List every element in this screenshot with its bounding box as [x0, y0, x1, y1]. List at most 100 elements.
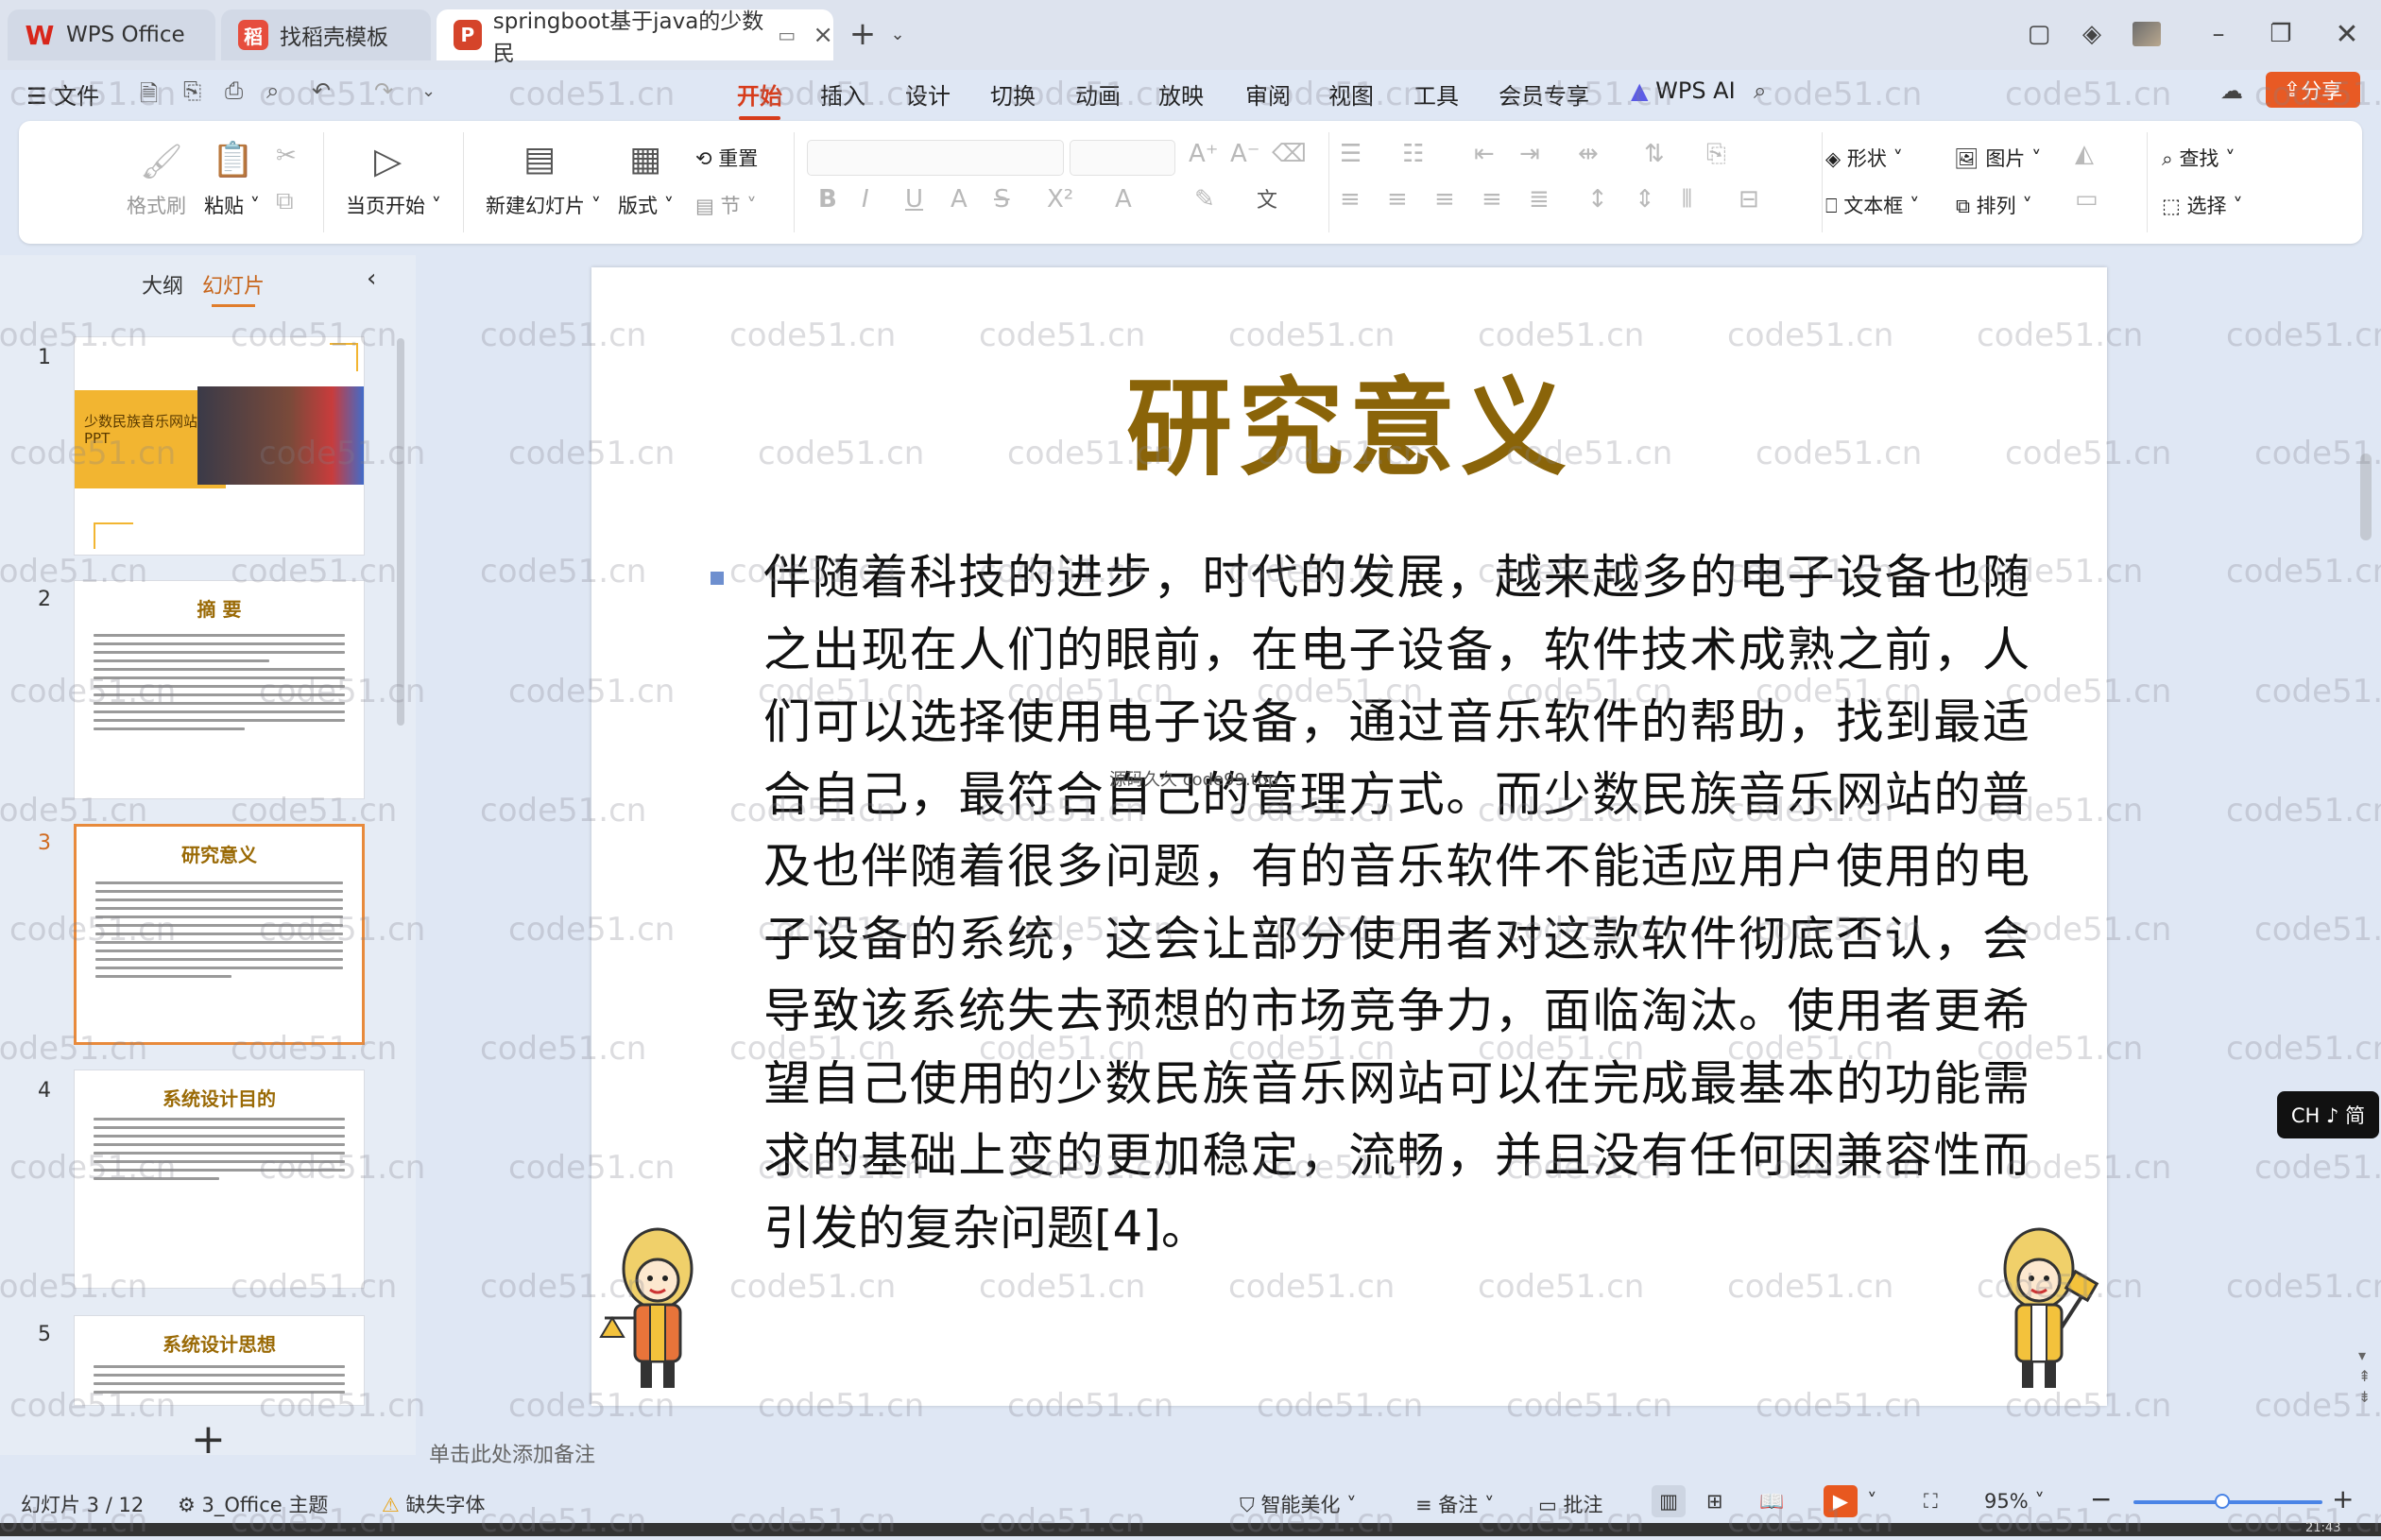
chevron-down-icon[interactable]: ⌄: [881, 17, 915, 51]
paste-icon[interactable]: 📋: [212, 140, 254, 180]
tab-slides[interactable]: 幻灯片: [202, 269, 265, 307]
share-button[interactable]: ⇪ 分享: [2266, 72, 2360, 108]
new-slide-icon[interactable]: ▤: [523, 140, 556, 179]
slide-body-text[interactable]: 伴随着科技的进步，时代的发展，越来越多的电子设备也随之出现在人们的眼前，在电子设…: [763, 541, 2030, 1264]
tab-insert[interactable]: 插入: [820, 77, 865, 111]
font-size-select[interactable]: [1070, 140, 1175, 176]
align-right-icon[interactable]: ≡: [1434, 185, 1455, 214]
reset-button[interactable]: ⟲ 重置: [695, 144, 758, 172]
panel-scrollbar[interactable]: [397, 338, 404, 726]
text-shadow-icon[interactable]: A: [951, 185, 968, 214]
notes-toggle-button[interactable]: ≡ 备注 ˅: [1415, 1490, 1494, 1518]
play-from-current-icon[interactable]: ▷: [374, 140, 402, 181]
paragraph-spacing-icon[interactable]: ⇕: [1635, 185, 1655, 214]
tab-active-document[interactable]: P springboot基于java的少数民 ▭ ×: [437, 9, 833, 66]
zoom-dropdown[interactable]: 95% ˅: [1984, 1490, 2045, 1513]
tab-tools[interactable]: 工具: [1413, 77, 1459, 111]
notes-placeholder[interactable]: 单击此处添加备注: [429, 1438, 595, 1468]
align-left-icon[interactable]: ≡: [1340, 185, 1361, 214]
slide-thumbnail-5[interactable]: 系统设计思想: [74, 1315, 365, 1406]
cube-icon[interactable]: ◈: [2075, 17, 2109, 51]
outline-icon[interactable]: ▭: [2075, 185, 2098, 214]
font-family-select[interactable]: [807, 140, 1064, 176]
wps-ai-button[interactable]: ▲ WPS AI: [1631, 77, 1736, 104]
avatar[interactable]: [2130, 17, 2164, 51]
slide-thumbnail-3-selected[interactable]: 研究意义: [74, 824, 365, 1045]
add-slide-button[interactable]: +: [191, 1415, 226, 1463]
format-painter-button[interactable]: 格式刷: [127, 191, 186, 219]
bold-icon[interactable]: B: [818, 185, 837, 214]
columns-icon[interactable]: ⫴: [1682, 185, 1692, 214]
editor-scrollbar-thumb[interactable]: [2360, 453, 2372, 540]
search-icon[interactable]: ⌕: [1754, 77, 1766, 104]
tab-animation[interactable]: 动画: [1075, 77, 1121, 111]
section-button[interactable]: ▤ 节 ˅: [695, 191, 757, 219]
minimize-icon[interactable]: –: [2201, 17, 2235, 51]
normal-view-icon[interactable]: ▥: [1652, 1485, 1686, 1517]
tab-home[interactable]: 开始: [737, 77, 782, 120]
play-slideshow-icon[interactable]: ▶: [1824, 1485, 1858, 1517]
monitor-icon[interactable]: ▭: [778, 24, 796, 46]
theme-indicator[interactable]: ⚙ 3_Office 主题: [178, 1490, 328, 1518]
maximize-icon[interactable]: ❐: [2264, 17, 2298, 51]
strikethrough-icon[interactable]: S: [994, 185, 1010, 214]
close-window-icon[interactable]: ✕: [2330, 17, 2364, 51]
zoom-slider-handle[interactable]: [2215, 1494, 2230, 1509]
tab-outline[interactable]: 大纲: [142, 269, 183, 299]
more-chevron-icon[interactable]: ⌄: [421, 81, 436, 101]
comments-button[interactable]: ▭ 批注: [1538, 1490, 1603, 1518]
play-from-current-button[interactable]: 当页开始 ˅: [346, 191, 441, 219]
missing-font-button[interactable]: ⚠ 缺失字体: [382, 1490, 486, 1518]
justify-icon[interactable]: ≡: [1482, 185, 1502, 214]
new-slide-button[interactable]: 新建幻灯片 ˅: [486, 191, 601, 219]
highlight-icon[interactable]: ✎: [1194, 185, 1215, 214]
zoom-slider[interactable]: [2133, 1494, 2322, 1509]
increase-indent-icon[interactable]: ⇥: [1519, 140, 1540, 168]
save-icon[interactable]: 🗎: [140, 77, 158, 116]
slide-sorter-icon[interactable]: ⊞: [1706, 1490, 1723, 1513]
export-icon[interactable]: ⎘: [183, 77, 201, 104]
superscript-icon[interactable]: X²: [1047, 185, 1073, 214]
sort-icon[interactable]: ⇅: [1644, 140, 1665, 168]
fit-window-icon[interactable]: ⛶: [1924, 1490, 1938, 1514]
tab-wps-office[interactable]: W WPS Office: [8, 9, 215, 60]
tab-docer[interactable]: 稻 找稻壳模板: [221, 9, 431, 60]
distribute-icon[interactable]: ≣: [1529, 185, 1550, 214]
undo-icon[interactable]: ↶: [312, 77, 331, 104]
layout-button[interactable]: 版式 ˅: [618, 191, 674, 219]
tab-view[interactable]: 视图: [1328, 77, 1374, 111]
grow-font-icon[interactable]: A⁺: [1189, 140, 1219, 168]
print-icon[interactable]: ⎙: [225, 77, 243, 104]
slide-thumbnail-2[interactable]: 摘 要: [74, 580, 365, 799]
copy-icon[interactable]: ⧉: [276, 187, 294, 216]
new-tab-button[interactable]: +: [846, 15, 880, 53]
fill-icon[interactable]: ◭: [2075, 140, 2094, 168]
decrease-indent-icon[interactable]: ⇤: [1474, 140, 1495, 168]
paste-button[interactable]: 粘贴 ˅: [204, 191, 260, 219]
format-painter-icon[interactable]: 🖌: [140, 142, 183, 181]
select-button[interactable]: ⬚ 选择 ˅: [2162, 191, 2243, 219]
close-tab-icon[interactable]: ×: [813, 21, 833, 49]
redo-icon[interactable]: ↷: [374, 77, 393, 104]
slide-canvas[interactable]: 研究意义 伴随着科技的进步，时代的发展，越来越多的电子设备也随之出现在人们的眼前…: [591, 267, 2107, 1406]
ime-indicator[interactable]: CH ♪ 简: [2277, 1091, 2379, 1138]
slideshow-options-chevron-icon[interactable]: ˅: [1867, 1490, 1877, 1513]
tab-transition[interactable]: 切换: [990, 77, 1036, 111]
cut-icon[interactable]: ✂: [276, 142, 297, 170]
slide-title[interactable]: 研究意义: [591, 343, 2107, 496]
cloud-icon[interactable]: ☁: [2220, 77, 2243, 104]
print-preview-icon[interactable]: ⌕: [266, 77, 279, 104]
phonetic-icon[interactable]: 文: [1257, 183, 1277, 214]
clear-format-icon[interactable]: ⌫: [1272, 140, 1307, 168]
file-menu[interactable]: ☰ 文件: [26, 77, 99, 111]
tab-review[interactable]: 审阅: [1245, 77, 1291, 111]
shrink-font-icon[interactable]: A⁻: [1230, 140, 1260, 168]
text-direction-icon[interactable]: ⇹: [1578, 140, 1599, 168]
tab-slideshow[interactable]: 放映: [1158, 77, 1204, 111]
tab-member[interactable]: 会员专享: [1499, 77, 1589, 111]
bullets-icon[interactable]: ☰: [1340, 140, 1362, 168]
text-align-icon[interactable]: ⊟: [1739, 185, 1759, 214]
font-color-icon[interactable]: A: [1115, 185, 1132, 214]
layout-icon[interactable]: ▦: [629, 140, 661, 179]
italic-icon[interactable]: I: [862, 185, 869, 214]
